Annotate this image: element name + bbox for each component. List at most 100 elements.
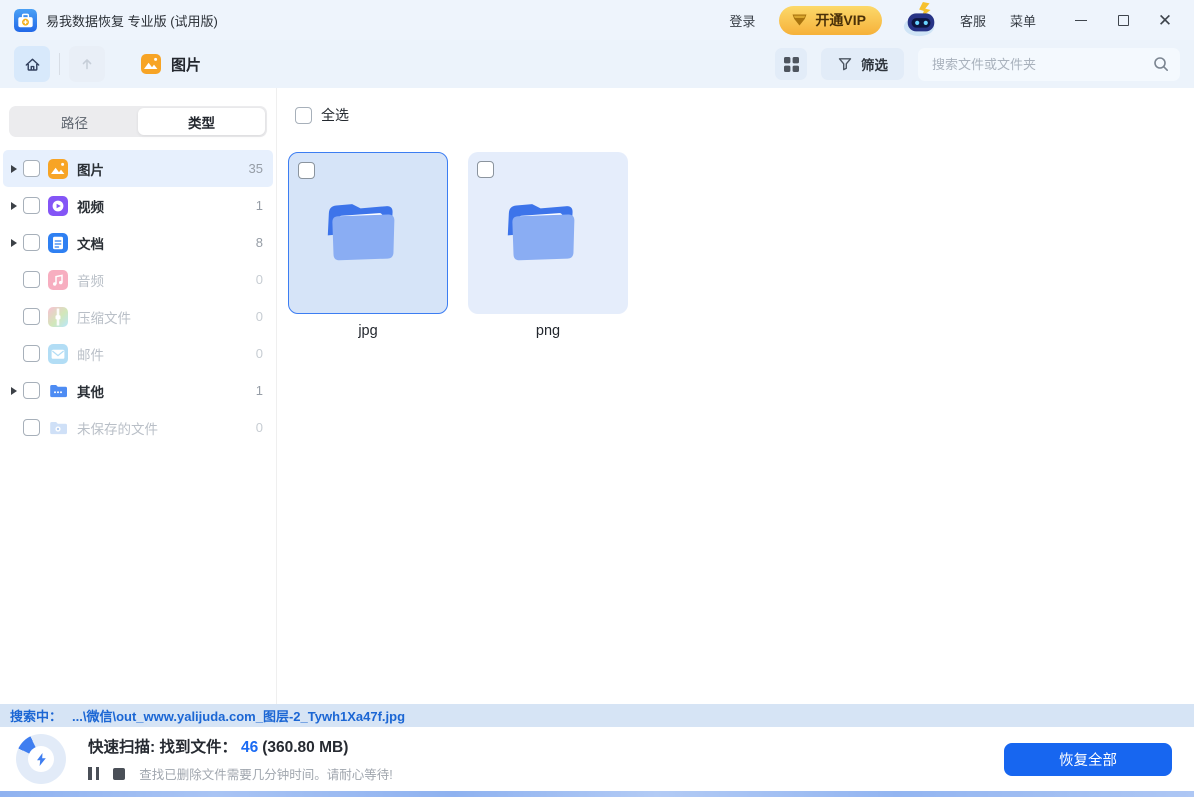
footer-bar: 快速扫描: 找到文件：46(360.80 MB) 查找已删除文件需要几分钟时间。… — [0, 727, 1194, 791]
close-icon: ✕ — [1158, 12, 1172, 29]
mail-type-icon — [48, 344, 68, 364]
expand-arrow-icon[interactable] — [11, 387, 17, 395]
tab-type[interactable]: 类型 — [138, 108, 265, 135]
menu-button[interactable]: 菜单 — [1010, 11, 1036, 30]
up-button[interactable] — [69, 46, 105, 82]
archive-type-icon — [48, 307, 68, 327]
sidebar: 路径 类型 图片 35 — [0, 88, 277, 704]
tree-item-videos[interactable]: 视频 1 — [3, 187, 273, 224]
images-checkbox[interactable] — [23, 160, 40, 177]
email-checkbox[interactable] — [23, 345, 40, 362]
video-type-icon — [48, 196, 68, 216]
app-logo-icon — [14, 9, 37, 32]
toolbar-divider — [59, 53, 60, 75]
item-count: 0 — [256, 309, 263, 324]
current-scan-path: ...\微信\out_www.yalijuda.com_图层-2_Tywh1Xa… — [72, 706, 405, 725]
folder-card[interactable] — [288, 152, 448, 314]
scan-result-line: 快速扫描: 找到文件：46(360.80 MB) — [88, 735, 393, 757]
window-title: 易我数据恢复 专业版 (试用版) — [46, 11, 218, 30]
unsaved-checkbox[interactable] — [23, 419, 40, 436]
support-button[interactable]: 客服 — [960, 11, 986, 30]
maximize-button[interactable] — [1106, 6, 1140, 34]
sidebar-tabs: 路径 类型 — [9, 106, 267, 137]
folder-item-png[interactable]: png — [468, 152, 628, 339]
gold-badge-icon — [791, 13, 808, 27]
select-all-label: 全选 — [321, 105, 349, 125]
audio-checkbox[interactable] — [23, 271, 40, 288]
audio-type-icon — [48, 270, 68, 290]
documents-checkbox[interactable] — [23, 234, 40, 251]
scan-progress-bar — [0, 791, 1194, 797]
file-browser-panel: 全选 jpg — [277, 88, 1194, 704]
tree-item-other[interactable]: 其他 1 — [3, 372, 273, 409]
archives-checkbox[interactable] — [23, 308, 40, 325]
select-all-checkbox[interactable] — [295, 107, 312, 124]
found-file-count: 46 — [241, 739, 258, 756]
stop-button[interactable] — [113, 768, 125, 780]
folder-name: png — [536, 323, 560, 339]
breadcrumb-location: 图片 — [171, 54, 201, 75]
scan-status-bar: 搜索中： ...\微信\out_www.yalijuda.com_图层-2_Ty… — [0, 704, 1194, 727]
folder-icon — [321, 191, 415, 271]
found-size: (360.80 MB) — [262, 739, 348, 756]
other-folder-icon — [48, 381, 68, 401]
folder-icon — [501, 191, 595, 271]
filter-funnel-icon — [837, 56, 853, 72]
item-count: 35 — [249, 161, 263, 176]
document-type-icon — [48, 233, 68, 253]
folder-grid: jpg png — [288, 152, 628, 339]
item-count: 8 — [256, 235, 263, 250]
search-box — [918, 48, 1180, 81]
image-type-icon — [48, 159, 68, 179]
scan-hint-text: 查找已删除文件需要几分钟时间。请耐心等待! — [139, 764, 392, 783]
select-all-control[interactable]: 全选 — [295, 105, 349, 125]
item-count: 0 — [256, 272, 263, 287]
robot-mascot-icon[interactable] — [900, 1, 942, 39]
pictures-location-icon — [141, 54, 161, 74]
recover-all-button[interactable]: 恢复全部 — [1004, 743, 1172, 776]
tree-item-audio[interactable]: 音频 0 — [3, 261, 273, 298]
unsaved-files-folder-icon — [48, 418, 68, 438]
login-button[interactable]: 登录 — [729, 11, 755, 30]
tree-item-unsaved[interactable]: 未保存的文件 0 — [3, 409, 273, 446]
close-button[interactable]: ✕ — [1148, 6, 1182, 34]
home-button[interactable] — [14, 46, 50, 82]
home-icon — [23, 55, 42, 74]
item-count: 1 — [256, 198, 263, 213]
search-magnifier-icon[interactable] — [1152, 55, 1170, 73]
app-window: 易我数据恢复 专业版 (试用版) 登录 开通VIP 客服 菜单 — [0, 0, 1194, 797]
other-checkbox[interactable] — [23, 382, 40, 399]
search-input[interactable] — [932, 57, 1152, 72]
bolt-icon — [36, 753, 47, 766]
tab-path[interactable]: 路径 — [11, 108, 138, 135]
videos-checkbox[interactable] — [23, 197, 40, 214]
titlebar: 易我数据恢复 专业版 (试用版) 登录 开通VIP 客服 菜单 — [0, 0, 1194, 40]
grid-view-icon — [783, 56, 800, 73]
folder-name: jpg — [358, 323, 377, 339]
tree-item-images[interactable]: 图片 35 — [3, 150, 273, 187]
item-count: 0 — [256, 420, 263, 435]
folder-checkbox[interactable] — [477, 161, 494, 178]
maximize-icon — [1118, 15, 1129, 26]
folder-checkbox[interactable] — [298, 162, 315, 179]
minimize-button[interactable] — [1064, 6, 1098, 34]
minimize-icon — [1075, 20, 1087, 21]
grid-view-button[interactable] — [775, 48, 807, 80]
folder-item-jpg[interactable]: jpg — [288, 152, 448, 339]
scanning-label: 搜索中： — [10, 706, 62, 725]
tree-item-documents[interactable]: 文档 8 — [3, 224, 273, 261]
scan-progress-ring-icon — [16, 734, 66, 784]
item-count: 1 — [256, 383, 263, 398]
expand-arrow-icon[interactable] — [11, 202, 17, 210]
up-arrow-icon — [78, 55, 96, 73]
expand-arrow-icon[interactable] — [11, 239, 17, 247]
vip-button[interactable]: 开通VIP — [779, 6, 882, 35]
folder-card[interactable] — [468, 152, 628, 314]
expand-arrow-icon[interactable] — [11, 165, 17, 173]
file-type-tree: 图片 35 视频 1 — [0, 150, 276, 446]
tree-item-email[interactable]: 邮件 0 — [3, 335, 273, 372]
item-count: 0 — [256, 346, 263, 361]
filter-button[interactable]: 筛选 — [821, 48, 904, 80]
tree-item-archives[interactable]: 压缩文件 0 — [3, 298, 273, 335]
pause-button[interactable] — [88, 767, 99, 780]
